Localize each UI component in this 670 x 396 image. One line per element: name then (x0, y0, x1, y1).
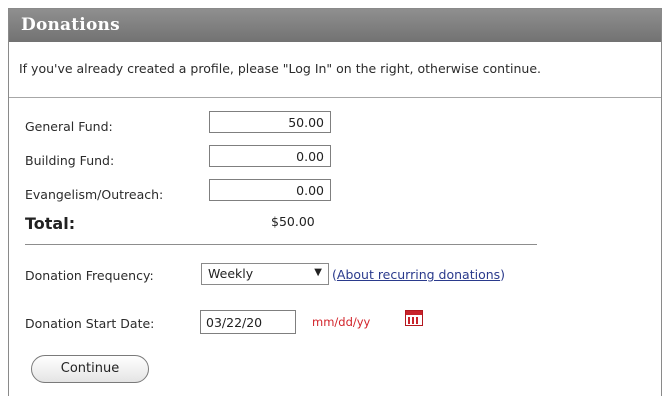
calendar-icon-header (406, 311, 422, 315)
evangelism-fund-label: Evangelism/Outreach: (25, 187, 164, 202)
divider (9, 97, 661, 98)
general-fund-label: General Fund: (25, 119, 113, 134)
evangelism-fund-input[interactable] (209, 179, 331, 201)
building-fund-input[interactable] (209, 145, 331, 167)
panel-header: Donations (9, 9, 661, 42)
frequency-label: Donation Frequency: (25, 268, 154, 283)
intro-text: If you've already created a profile, ple… (19, 61, 541, 76)
total-value: $50.00 (271, 214, 315, 229)
continue-button[interactable]: Continue (31, 355, 149, 383)
start-date-label: Donation Start Date: (25, 316, 155, 331)
donations-panel: Donations If you've already created a pr… (8, 8, 662, 396)
calendar-icon[interactable] (405, 310, 423, 326)
total-label: Total: (25, 214, 76, 233)
recurring-link-wrap: (About recurring donations) (332, 267, 505, 282)
panel-title: Donations (21, 15, 120, 35)
general-fund-input[interactable] (209, 111, 331, 133)
date-format-hint: mm/dd/yy (312, 315, 371, 329)
building-fund-label: Building Fund: (25, 153, 115, 168)
dropdown-arrow-icon: ▼ (314, 267, 322, 278)
frequency-selected-value: Weekly (208, 266, 254, 281)
calendar-icon-grid (408, 317, 420, 324)
section-divider (25, 244, 537, 245)
start-date-input[interactable] (200, 310, 296, 334)
frequency-select[interactable]: Weekly ▼ (201, 263, 329, 285)
link-paren-close: ) (500, 267, 506, 282)
about-recurring-donations-link[interactable]: About recurring donations (337, 267, 500, 282)
